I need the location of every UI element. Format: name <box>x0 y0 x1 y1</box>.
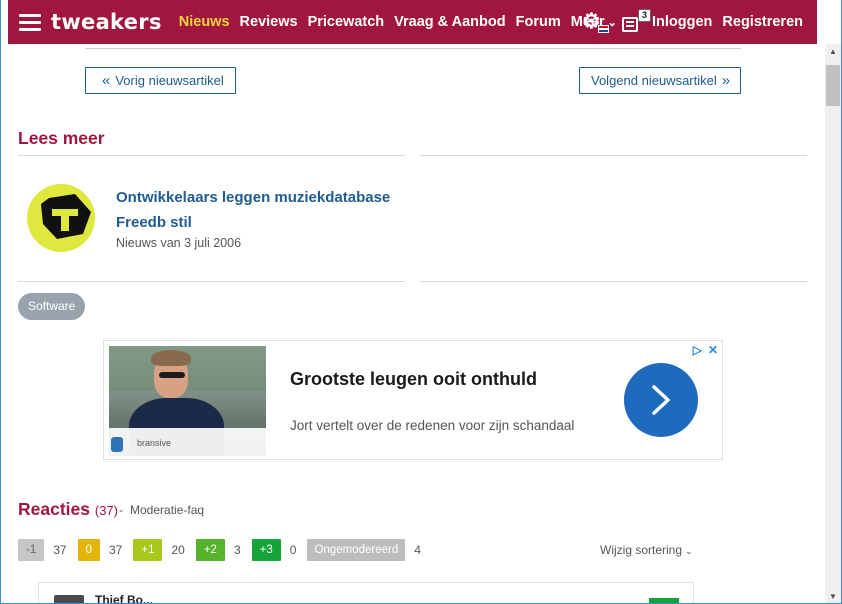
site-logo[interactable]: tweakers <box>51 10 162 34</box>
sort-label: Wijzig sortering <box>600 543 683 557</box>
filter-plus2-button[interactable]: +2 <box>195 539 225 561</box>
advertisement[interactable]: bransive Grootste leugen ooit onthuld Jo… <box>103 340 723 460</box>
notification-badge: 3 <box>637 9 651 22</box>
filter-count: 37 <box>53 543 67 557</box>
prev-article-label: Vorig nieuwsartikel <box>115 73 224 88</box>
next-article-label: Volgend nieuwsartikel <box>591 73 717 88</box>
reactions-heading: Reacties (37) <box>18 499 118 520</box>
login-link[interactable]: Inloggen <box>652 14 712 30</box>
nav-item-nieuws[interactable]: Nieuws <box>179 14 230 30</box>
read-more-article-link[interactable]: Ontwikkelaars leggen muziekdatabase Free… <box>116 185 406 235</box>
filter-plus1-button[interactable]: +1 <box>133 539 163 561</box>
ad-choices[interactable]: ▷ ✕ <box>693 343 718 357</box>
scroll-thumb[interactable] <box>826 65 840 106</box>
double-chevron-left-icon: « <box>102 72 111 89</box>
brand-logo-icon <box>111 437 123 452</box>
main-nav: Nieuws Reviews Pricewatch Vraag & Aanbod… <box>179 14 617 30</box>
reactions-count: (37) <box>94 503 118 518</box>
nav-item-vraag-aanbod[interactable]: Vraag & Aanbod <box>394 14 505 30</box>
ad-image <box>109 346 266 456</box>
tag-software[interactable]: Software <box>18 293 86 320</box>
filter-count: 20 <box>171 543 185 557</box>
divider <box>18 155 405 156</box>
filter-plus3-button[interactable]: +3 <box>251 539 281 561</box>
filter-count: 4 <box>414 543 421 557</box>
divider <box>420 155 807 156</box>
divider <box>420 281 807 282</box>
ad-title[interactable]: Grootste leugen ooit onthuld <box>290 369 537 390</box>
filter-minus1-button[interactable]: -1 <box>18 539 45 561</box>
top-navigation: tweakers Nieuws Reviews Pricewatch Vraag… <box>8 0 817 44</box>
user-nav: ⚙ 3 Inloggen Registreren <box>582 0 803 44</box>
nav-item-forum[interactable]: Forum <box>516 14 561 30</box>
sort-dropdown[interactable]: Wijzig sortering ⌄ <box>600 543 693 557</box>
chevron-right-icon <box>652 385 670 415</box>
read-more-article-meta: Nieuws van 3 juli 2006 <box>116 236 242 250</box>
prev-article-button[interactable]: « Vorig nieuwsartikel <box>85 67 236 94</box>
tweakers-article-icon[interactable] <box>27 184 95 252</box>
filter-count: 0 <box>289 543 297 557</box>
filter-0-button[interactable]: 0 <box>77 539 100 561</box>
flag-nl-icon <box>597 25 609 33</box>
ad-choices-icon[interactable]: ▷ <box>693 343 702 357</box>
ad-subtitle: Jort vertelt over de redenen voor zijn s… <box>290 418 575 433</box>
score-filters: -1 37 0 37 +1 20 +2 3 +3 0 Ongemodereerd… <box>18 539 432 561</box>
double-chevron-right-icon: » <box>721 72 731 89</box>
register-link[interactable]: Registreren <box>722 14 803 30</box>
settings-gear-icon[interactable]: ⚙ <box>582 10 609 34</box>
chevron-down-icon: ⌄ <box>685 546 693 556</box>
scroll-up-arrow-icon[interactable]: ▲ <box>825 47 841 56</box>
menu-icon[interactable] <box>19 13 41 31</box>
comment-score-badge <box>649 598 679 604</box>
notifications-button[interactable]: 3 <box>621 9 651 33</box>
moderation-faq-link[interactable]: Moderatie-faq <box>130 503 204 517</box>
close-icon[interactable]: ✕ <box>708 343 718 357</box>
nav-item-reviews[interactable]: Reviews <box>240 14 298 30</box>
avatar[interactable] <box>54 595 84 604</box>
ad-brand: bransive <box>137 438 172 448</box>
scroll-down-arrow-icon[interactable]: ▼ <box>825 592 841 601</box>
read-more-heading: Lees meer <box>18 128 105 148</box>
filter-count: 3 <box>233 543 241 557</box>
divider <box>18 281 405 282</box>
list-icon <box>621 17 638 32</box>
filter-unmoderated-button[interactable]: Ongemodereerd <box>307 539 406 561</box>
separator: - <box>119 503 123 517</box>
ad-cta-button[interactable] <box>624 363 698 437</box>
filter-count: 37 <box>109 543 123 557</box>
next-article-button[interactable]: Volgend nieuwsartikel » <box>579 67 741 94</box>
reactions-title: Reacties <box>18 499 90 519</box>
comment-item: Thief Bo... <box>38 582 694 604</box>
divider <box>85 48 741 49</box>
nav-item-pricewatch[interactable]: Pricewatch <box>308 14 385 30</box>
vertical-scrollbar[interactable]: ▲ ▼ <box>825 44 841 604</box>
comment-author[interactable]: Thief Bo... <box>95 593 153 604</box>
